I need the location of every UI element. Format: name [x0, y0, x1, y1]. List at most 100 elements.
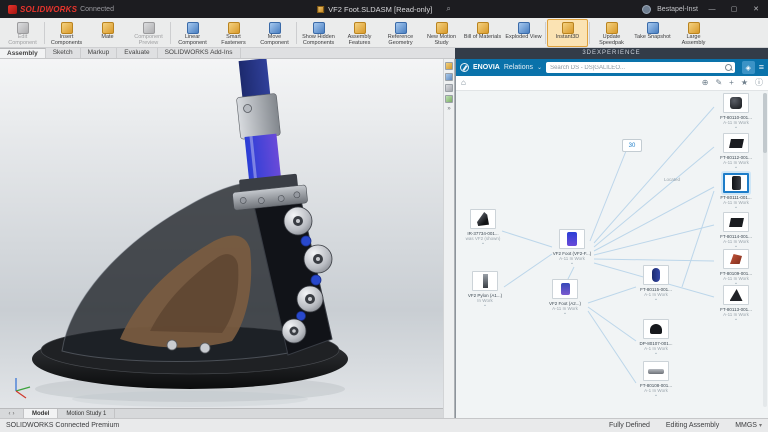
user-avatar[interactable] — [642, 5, 651, 14]
graph-node[interactable]: FT-80110-001... A-11 In Work ⌄ — [712, 93, 760, 129]
large-assembly-settings-button[interactable]: Large Assembly Settings — [673, 19, 714, 47]
chevron-down-icon[interactable]: ⌄ — [632, 297, 680, 301]
tab-motion-study-1[interactable]: Motion Study 1 — [58, 409, 115, 418]
maximize-button[interactable]: ▢ — [726, 5, 742, 13]
home-icon[interactable]: ⌂ — [461, 79, 466, 87]
assembly-icon — [567, 232, 577, 246]
chevron-down-icon[interactable]: ⌄ — [712, 205, 760, 209]
chevron-down-icon[interactable]: ⌄ — [548, 261, 596, 265]
feature-tree-icon[interactable] — [445, 62, 453, 70]
add-icon[interactable]: + — [729, 79, 734, 87]
search-input[interactable] — [546, 62, 735, 73]
part-thumbnail — [643, 265, 669, 285]
chevron-down-icon[interactable]: ⌄ — [712, 244, 760, 248]
black-part-icon — [730, 97, 742, 109]
configuration-manager-icon[interactable] — [445, 84, 453, 92]
tag-navigator-button[interactable]: ◈ — [742, 61, 755, 74]
command-manager-ribbon: Edit Component Insert Components Mate Co… — [0, 18, 768, 48]
favorite-icon[interactable]: ★ — [741, 79, 748, 87]
graph-node[interactable]: FT-80109-001... A-11 In Work ⌄ — [712, 249, 760, 285]
collapsed-nodes-count-badge[interactable]: 30 — [622, 139, 642, 152]
wedge-part-icon — [730, 289, 743, 301]
edit-component-button[interactable]: Edit Component — [2, 19, 43, 47]
component-preview-icon — [143, 22, 155, 34]
tab-evaluate[interactable]: Evaluate — [117, 48, 157, 58]
tab-solidworks-add-ins[interactable]: SOLIDWORKS Add-Ins — [158, 48, 241, 58]
graph-node[interactable]: VF2 Foot (A2...) A-11 In Work ⌄ — [541, 279, 589, 315]
tab-markup[interactable]: Markup — [81, 48, 118, 58]
info-icon[interactable]: ⓘ — [755, 79, 763, 87]
insert-components-button[interactable]: Insert Components — [46, 19, 87, 47]
search-icon[interactable]: ⌕ — [446, 4, 450, 14]
new-motion-study-button[interactable]: New Motion Study — [421, 19, 462, 47]
scrollbar-thumb[interactable] — [763, 93, 767, 153]
graph-node-selected[interactable]: FT-80111-001... A-11 In Work ⌄ — [712, 173, 760, 209]
part-thumbnail — [643, 361, 669, 381]
chevron-down-icon[interactable]: ⌄ — [459, 241, 507, 245]
part-thumbnail — [472, 271, 498, 291]
search-icon[interactable] — [725, 64, 732, 71]
reference-geometry-button[interactable]: Reference Geometry — [380, 19, 421, 47]
defined-state: Fully Defined — [609, 422, 650, 429]
graph-node[interactable]: FT-80114-001... A-11 In Work ⌄ — [712, 212, 760, 248]
update-speedpak-button[interactable]: Update Speedpak — [591, 19, 632, 47]
graph-node[interactable]: FT-80115-001... A-1 In Work ⌄ — [632, 265, 680, 301]
graph-node[interactable]: FT-80112-001... A-11 In Work ⌄ — [712, 133, 760, 169]
panel-scrollbar[interactable] — [763, 93, 767, 407]
feature-manager-collapsed-strip[interactable]: » — [443, 59, 455, 418]
black-part-icon — [732, 176, 741, 190]
smart-fasteners-button[interactable]: Smart Fasteners — [213, 19, 254, 47]
linear-component-pattern-button[interactable]: Linear Component Pattern — [172, 19, 213, 47]
minimize-button[interactable]: — — [704, 6, 720, 13]
show-hidden-icon — [313, 22, 325, 34]
graph-node[interactable]: FT-80108-001... A-1 In Work ⌄ — [632, 361, 680, 397]
graph-node[interactable]: FT-80113-001... A-11 In Work ⌄ — [712, 285, 760, 321]
page-name[interactable]: Relations — [504, 64, 533, 71]
graph-node[interactable]: IR-37734-001... was VF2 (shown) ⌄ — [459, 209, 507, 245]
exploded-view-icon — [518, 22, 530, 34]
view-tab-scroll-arrows[interactable]: ‹› — [0, 409, 24, 418]
graph-node[interactable]: DP-80107-001... A-1 In Work ⌄ — [632, 319, 680, 355]
tab-model[interactable]: Model — [24, 409, 58, 418]
user-name[interactable]: Bestapel-Inst — [657, 6, 698, 13]
tab-sketch[interactable]: Sketch — [46, 48, 81, 58]
expand-panel-icon[interactable]: » — [447, 106, 450, 112]
move-component-button[interactable]: Move Component — [254, 19, 295, 47]
3dexperience-window-title: 3DEXPERIENCE — [455, 48, 768, 59]
chevron-down-icon[interactable]: ⌄ — [461, 303, 509, 307]
hamburger-menu-icon[interactable]: ≡ — [759, 61, 764, 74]
instant3d-button[interactable]: Instant3D — [547, 19, 588, 47]
license-text: SOLIDWORKS Connected Premium — [6, 422, 119, 429]
dimxpert-icon[interactable] — [445, 95, 453, 103]
center-graph-icon[interactable]: ⊕ — [702, 79, 709, 87]
model-canvas[interactable] — [0, 59, 443, 408]
chevron-down-icon[interactable]: ⌄ — [712, 125, 760, 129]
graph-node[interactable]: VF2 Foot (VF2-F...) A-11 In Work ⌄ — [548, 229, 596, 265]
property-manager-icon[interactable] — [445, 73, 453, 81]
chevron-down-icon[interactable]: ⌄ — [632, 351, 680, 355]
part-thumbnail — [723, 133, 749, 153]
close-button[interactable]: ✕ — [748, 5, 764, 13]
component-preview-window-button[interactable]: Component Preview Window — [128, 19, 169, 47]
graph-node[interactable]: VF2 Pylon (A1...) In Work ⌄ — [461, 271, 509, 307]
edit-icon[interactable]: ✎ — [715, 79, 722, 87]
3ds-compass-icon[interactable] — [460, 63, 469, 72]
show-hidden-components-button[interactable]: Show Hidden Components — [298, 19, 339, 47]
assembly-features-button[interactable]: Assembly Features — [339, 19, 380, 47]
units-selector[interactable]: MMGS▾ — [735, 422, 762, 429]
bill-of-materials-button[interactable]: Bill of Materials — [462, 19, 503, 47]
relations-graph[interactable]: 30 Located IR-37734-001... was VF2 (show… — [456, 91, 768, 418]
graphics-viewport[interactable]: ‹› Model Motion Study 1 — [0, 59, 443, 418]
3dexperience-panel: ENOVIA Relations ⌄ ◈ ≡ ⌂ ⊕ ✎ + ★ ⓘ — [455, 59, 768, 418]
chevron-down-icon[interactable]: ⌄ — [541, 311, 589, 315]
3ds-logo-icon — [8, 5, 17, 14]
chevron-down-icon[interactable]: ⌄ — [712, 317, 760, 321]
chevron-down-icon[interactable]: ⌄ — [537, 64, 542, 71]
chevron-down-icon[interactable]: ⌄ — [632, 393, 680, 397]
mate-button[interactable]: Mate — [87, 19, 128, 47]
app-window: SOLIDWORKS Connected VF2 Foot.SLDASM [Re… — [0, 0, 768, 432]
exploded-view-button[interactable]: Exploded View — [503, 19, 544, 47]
chevron-down-icon[interactable]: ⌄ — [712, 165, 760, 169]
tab-assembly[interactable]: Assembly — [0, 48, 46, 58]
take-snapshot-button[interactable]: Take Snapshot — [632, 19, 673, 47]
